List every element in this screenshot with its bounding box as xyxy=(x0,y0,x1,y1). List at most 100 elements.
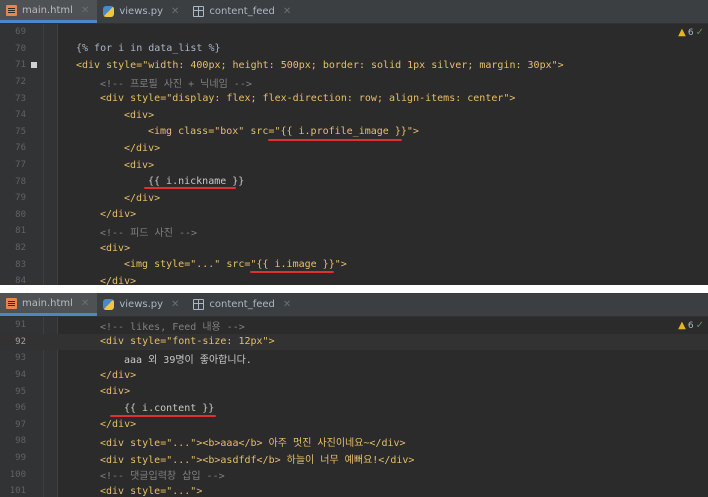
editor-pane-bottom: main.html ✕ views.py ✕ content_feed ✕ ▲ … xyxy=(0,293,708,497)
code-editor[interactable]: ▲ 6 ✓ 69 70 {% for i in data_list %} 71 … xyxy=(0,24,708,285)
code-line[interactable]: 94 </div> xyxy=(0,367,708,384)
close-icon[interactable]: ✕ xyxy=(81,5,89,16)
code-text: </div> xyxy=(100,369,137,381)
tab-main-html[interactable]: main.html ✕ xyxy=(0,293,98,316)
editor-tab-bar: main.html ✕ views.py ✕ content_feed ✕ xyxy=(0,293,708,317)
code-line[interactable]: 79 </div> xyxy=(0,190,708,207)
editor-tab-bar: main.html ✕ views.py ✕ content_feed ✕ xyxy=(0,0,708,24)
code-text: {{ i.nickname }} xyxy=(148,176,245,188)
code-line[interactable]: 75 <img class="box" src="{{ i.profile_im… xyxy=(0,124,708,141)
line-number: 100 xyxy=(9,469,26,480)
line-number: 73 xyxy=(15,93,26,104)
code-line[interactable]: 95 <div> xyxy=(0,383,708,400)
tab-views-py[interactable]: views.py ✕ xyxy=(97,293,187,316)
code-text: <div style="..."> xyxy=(100,485,203,497)
code-text: {% for i in data_list %} xyxy=(76,43,221,55)
html-file-icon xyxy=(6,4,17,16)
code-text: </div> xyxy=(124,142,161,154)
line-number: 76 xyxy=(15,143,26,154)
line-number: 91 xyxy=(15,320,26,331)
code-line[interactable]: 93 aaa 외 39명이 좋아합니다. xyxy=(0,350,708,367)
code-text: </div> xyxy=(124,192,161,204)
tab-label: views.py xyxy=(119,299,164,310)
code-line[interactable]: 76 </div> xyxy=(0,140,708,157)
annotation-underline xyxy=(144,187,236,189)
code-text: <div> xyxy=(100,242,131,254)
code-line-current[interactable]: 92 <div style="font-size: 12px"> xyxy=(0,333,708,351)
code-text: <img class="box" src="{{ i.profile_image… xyxy=(148,126,419,138)
code-text: <div> xyxy=(100,386,131,398)
line-number: 98 xyxy=(15,436,26,447)
code-line[interactable]: 99 <div style="..."><b>asdfdf</b> 하늘이 너무… xyxy=(0,450,708,467)
table-icon xyxy=(193,6,205,17)
code-line[interactable]: 69 xyxy=(0,24,708,41)
line-number: 81 xyxy=(15,226,26,237)
code-line[interactable]: 100 <!-- 댓글입력창 삽입 --> xyxy=(0,466,708,483)
code-line[interactable]: 83 <img style="..." src="{{ i.image }}"> xyxy=(0,256,708,273)
code-line[interactable]: 101 <div style="..."> xyxy=(0,483,708,497)
code-comment: <!-- likes, Feed 내용 --> xyxy=(100,321,245,333)
close-icon[interactable]: ✕ xyxy=(171,299,179,310)
code-text: <div style="width: 400px; height: 500px;… xyxy=(76,59,564,71)
python-file-icon xyxy=(103,299,115,310)
code-text: <div style="display: flex; flex-directio… xyxy=(100,93,516,105)
close-icon[interactable]: ✕ xyxy=(81,298,89,309)
line-number: 101 xyxy=(9,486,26,497)
code-line[interactable]: 73 <div style="display: flex; flex-direc… xyxy=(0,90,708,107)
line-number: 99 xyxy=(15,453,26,464)
code-text: <div style="font-size: 12px"> xyxy=(100,336,275,348)
line-number: 84 xyxy=(15,276,26,285)
editor-pane-top: main.html ✕ views.py ✕ content_feed ✕ ▲ … xyxy=(0,0,708,285)
code-line[interactable]: 84 </div> xyxy=(0,273,708,285)
tab-content-feed[interactable]: content_feed ✕ xyxy=(187,0,299,23)
code-line[interactable]: 82 <div> xyxy=(0,240,708,257)
close-icon[interactable]: ✕ xyxy=(283,299,291,310)
code-text: <div style="..."><b>aaa</b> 아주 멋진 사진이네요~… xyxy=(100,437,406,449)
code-text: </div> xyxy=(100,419,137,431)
code-line[interactable]: 78 {{ i.nickname }} xyxy=(0,173,708,190)
code-line[interactable]: 97 </div> xyxy=(0,417,708,434)
table-icon xyxy=(193,299,205,310)
line-number: 74 xyxy=(15,110,26,121)
line-number: 78 xyxy=(15,176,26,187)
line-number: 69 xyxy=(15,27,26,38)
html-file-icon xyxy=(6,297,17,309)
tab-main-html[interactable]: main.html ✕ xyxy=(0,0,98,23)
code-text: {{ i.content }} xyxy=(124,402,215,414)
code-line[interactable]: 70 {% for i in data_list %} xyxy=(0,41,708,58)
bookmark-icon[interactable] xyxy=(31,62,37,69)
tab-label: main.html xyxy=(22,4,73,16)
code-line[interactable]: 91 <!-- likes, Feed 내용 --> xyxy=(0,317,708,334)
code-comment: <!-- 프로필 사진 + 닉네임 --> xyxy=(100,78,252,90)
tab-label: content_feed xyxy=(209,299,275,310)
code-comment: <!-- 피드 사진 --> xyxy=(100,227,198,239)
line-number: 71 xyxy=(15,60,26,71)
code-editor[interactable]: ▲ 6 ✓ 91 <!-- likes, Feed 내용 --> 92 <div… xyxy=(0,317,708,497)
code-line[interactable]: 74 <div> xyxy=(0,107,708,124)
close-icon[interactable]: ✕ xyxy=(283,6,291,17)
code-line[interactable]: 96 {{ i.content }} xyxy=(0,400,708,417)
code-text: <img style="..." src="{{ i.image }}"> xyxy=(124,259,347,271)
code-text: </div> xyxy=(100,275,137,285)
code-text: aaa 외 39명이 좋아합니다. xyxy=(124,354,252,366)
line-number: 70 xyxy=(15,43,26,54)
code-text: <div> xyxy=(124,159,155,171)
line-number: 94 xyxy=(15,370,26,381)
code-line[interactable]: 98 <div style="..."><b>aaa</b> 아주 멋진 사진이… xyxy=(0,433,708,450)
code-text: <div style="..."><b>asdfdf</b> 하늘이 너무 예뻐… xyxy=(100,454,415,466)
tab-label: main.html xyxy=(22,297,73,309)
line-number: 72 xyxy=(15,77,26,88)
line-number: 93 xyxy=(15,353,26,364)
close-icon[interactable]: ✕ xyxy=(171,6,179,17)
code-line[interactable]: 72 <!-- 프로필 사진 + 닉네임 --> xyxy=(0,74,708,91)
code-line[interactable]: 80 </div> xyxy=(0,207,708,224)
tab-views-py[interactable]: views.py ✕ xyxy=(97,0,187,23)
line-number: 80 xyxy=(15,209,26,220)
tab-content-feed[interactable]: content_feed ✕ xyxy=(187,293,299,316)
code-comment: <!-- 댓글입력창 삽입 --> xyxy=(100,471,225,483)
code-line[interactable]: 71 <div style="width: 400px; height: 500… xyxy=(0,57,708,74)
code-line[interactable]: 81 <!-- 피드 사진 --> xyxy=(0,223,708,240)
code-text: <div> xyxy=(124,109,155,121)
code-line[interactable]: 77 <div> xyxy=(0,157,708,174)
line-number: 97 xyxy=(15,419,26,430)
